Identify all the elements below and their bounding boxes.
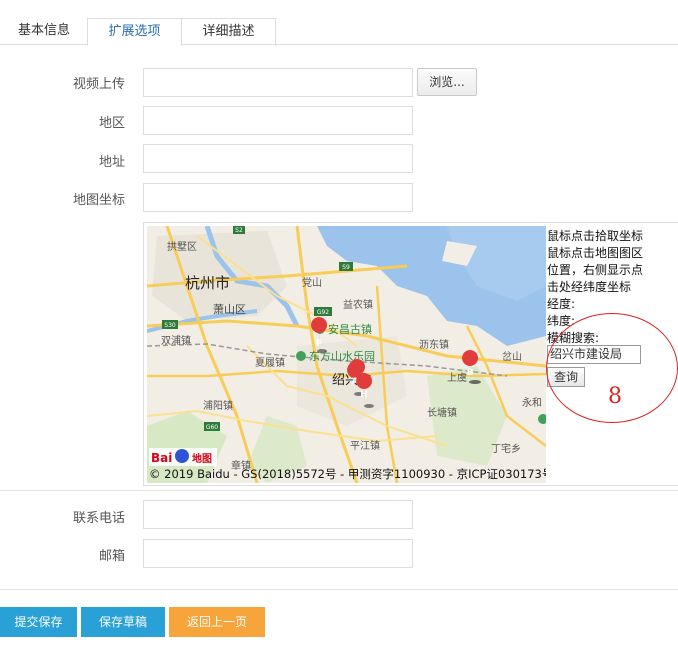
map-coords-input[interactable] [143,183,413,212]
label-yonghe: 永和 [522,396,542,409]
phone-input[interactable] [143,500,413,529]
divider-bottom [0,589,678,590]
label-lidong: 沥东镇 [419,338,449,351]
road-shield-g60: G60 [206,424,218,431]
label-changtang: 长塘镇 [427,406,457,419]
label-hangzhou: 杭州市 [185,274,230,292]
video-upload-label: 视频上传 [72,77,125,92]
tab-detailed-description[interactable]: 详细描述 [181,18,276,46]
label-shangyu: 上虞 [447,371,467,384]
marker-f-label: F [316,339,322,349]
road-shield-g92: G92 [317,309,329,316]
baidu-logo-map-text: 地图 [192,452,212,465]
label-dingzhai: 丁宅乡 [491,442,521,455]
label-shuanglin: 双浦镇 [161,334,191,347]
email-input[interactable] [143,539,413,568]
baidu-paw-icon [175,449,189,463]
region-label: 地区 [98,116,125,131]
tab-basic-info[interactable]: 基本信息 [0,18,88,46]
sidebar-hint-3: 位置，右侧显示点 [547,263,644,277]
baidu-map[interactable]: S9 G92 S30 G60 S2 杭州市 萧山区 拱墅区 双浦镇 夏履镇 益农… [147,226,546,483]
divider-top [0,490,678,491]
label-ganshan: 岔山 [502,351,522,363]
phone-label: 联系电话 [72,511,125,526]
road-shield-s2: S2 [235,227,243,234]
road-shield-s30: S30 [164,322,176,329]
address-label: 地址 [98,155,125,170]
sidebar-hint-2: 鼠标点击地图图区 [547,246,644,260]
label-dangshan: 党山 [302,276,322,289]
label-anchang: 安昌古镇 [328,322,372,336]
map-canvas[interactable]: S9 G92 S30 G60 S2 杭州市 萧山区 拱墅区 双浦镇 夏履镇 益农… [147,226,546,483]
sidebar-hint-4: 击处经纬度坐标 [547,280,632,294]
map-copyright: © 2019 Baidu - GS(2018)5572号 - 甲测资字11009… [149,467,546,481]
baidu-logo-text: Bai [151,451,172,465]
email-label: 邮箱 [98,549,125,564]
sidebar-hint-1: 鼠标点击拾取坐标 [547,229,644,243]
tab-extended-options[interactable]: 扩展选项 [87,18,182,46]
marker-b-label: B [467,368,474,378]
annotation-number: 8 [608,384,622,409]
marker-h-label: H [360,390,368,400]
browse-button[interactable]: 浏览... [417,68,477,96]
label-gongshu: 拱墅区 [167,240,197,253]
region-input[interactable] [143,106,413,135]
submit-save-button[interactable]: 提交保存 [0,607,77,637]
video-upload-field[interactable] [143,68,413,97]
road-shield-s9: S9 [342,264,350,271]
longitude-label: 经度: [547,297,576,311]
save-draft-button[interactable]: 保存草稿 [81,607,165,637]
label-pingjiang: 平江镇 [350,439,380,452]
tab-bar: 基本信息 扩展选项 详细描述 [0,18,678,46]
label-xiaoshan: 萧山区 [213,303,246,316]
back-button[interactable]: 返回上一页 [169,607,265,637]
label-yinong: 益农镇 [343,298,373,311]
address-input[interactable] [143,144,413,173]
label-xialong: 夏履镇 [255,356,285,369]
label-puyang: 浦阳镇 [203,399,233,412]
map-coords-label: 地图坐标 [72,193,125,208]
